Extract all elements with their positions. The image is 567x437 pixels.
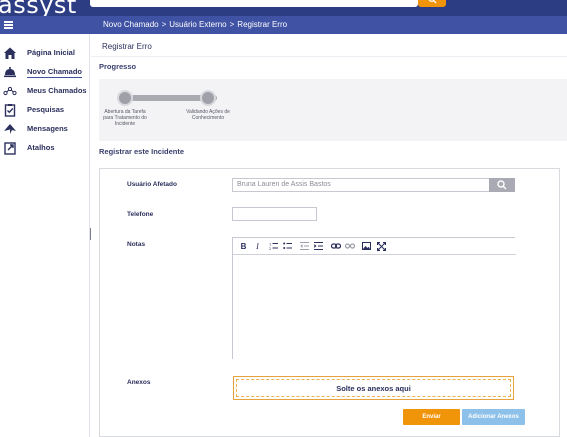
- sidebar: Página Inicial Novo Chamado Meus Chamado…: [0, 34, 90, 437]
- global-search-button[interactable]: [418, 0, 446, 7]
- notes-editor[interactable]: B I 12: [232, 237, 516, 359]
- image-icon[interactable]: [361, 241, 372, 252]
- app-logo: assyst: [0, 0, 77, 16]
- attachment-drop-zone[interactable]: Solte os anexos aqui: [233, 376, 514, 400]
- progress-step-dot: [117, 90, 133, 106]
- home-icon: [4, 47, 16, 59]
- link-icon[interactable]: [330, 241, 341, 252]
- network-icon: [3, 86, 17, 96]
- affected-user-input[interactable]: Bruna Lauren de Assis Bastos: [232, 178, 490, 192]
- fullscreen-icon[interactable]: [376, 241, 387, 252]
- search-icon: [497, 180, 507, 190]
- breadcrumb-item: Registrar Erro: [237, 20, 288, 29]
- italic-icon[interactable]: I: [252, 241, 263, 252]
- send-button[interactable]: Enviar: [403, 409, 460, 425]
- outdent-icon[interactable]: [299, 241, 310, 252]
- unlink-icon[interactable]: [344, 241, 355, 252]
- phone-label: Telefone: [127, 211, 154, 218]
- page-title: Registrar Erro: [102, 42, 152, 51]
- app-header: assyst: [0, 0, 567, 16]
- sidebar-item-pesquisas[interactable]: Pesquisas: [0, 102, 90, 118]
- numbered-list-icon[interactable]: 12: [268, 241, 279, 252]
- external-link-icon: [4, 142, 16, 155]
- bold-icon[interactable]: B: [238, 241, 249, 252]
- progress-heading: Progresso: [99, 62, 137, 71]
- attachments-label: Anexos: [127, 379, 151, 386]
- user-search-button[interactable]: [489, 178, 515, 192]
- breadcrumb: Novo Chamado > Usuário Externo > Registrar E…: [103, 20, 288, 29]
- hamburger-menu-icon[interactable]: [0, 16, 18, 34]
- global-search-input[interactable]: [90, 0, 418, 7]
- sidebar-item-meus-chamados[interactable]: Meus Chamados: [0, 83, 90, 99]
- progress-step-dot: [200, 90, 216, 106]
- progress-step-label: Abertura da Tarefa para Tratamento do In…: [103, 109, 147, 127]
- breadcrumb-item[interactable]: Novo Chamado: [103, 20, 159, 29]
- progress-step-label: Validando Ações de Conhecimento: [186, 109, 230, 121]
- bullet-list-icon[interactable]: [282, 241, 293, 252]
- sidebar-item-pagina-inicial[interactable]: Página Inicial: [0, 45, 90, 61]
- drop-zone-text: Solte os anexos aqui: [236, 379, 511, 397]
- incident-form: Usuário Afetado Bruna Lauren de Assis Ba…: [99, 168, 560, 437]
- user-label: Usuário Afetado: [127, 181, 177, 188]
- register-heading: Registrar este Incidente: [99, 147, 185, 156]
- title-divider: [91, 56, 567, 57]
- main-content: Registrar Erro Progresso Abertura da Tar…: [91, 34, 567, 437]
- breadcrumb-item[interactable]: Usuário Externo: [169, 20, 226, 29]
- editor-toolbar: B I 12: [233, 238, 516, 255]
- indent-icon[interactable]: [313, 241, 324, 252]
- phone-input[interactable]: [232, 207, 317, 221]
- add-attachments-button[interactable]: Adicionar Anexos: [462, 409, 525, 425]
- breadcrumb-bar: Novo Chamado > Usuário Externo > Registrar E…: [0, 16, 567, 34]
- notes-label: Notas: [127, 241, 146, 248]
- search-icon: [428, 0, 437, 4]
- paper-plane-icon: [4, 124, 16, 134]
- progress-panel: Abertura da Tarefa para Tratamento do In…: [99, 79, 567, 141]
- bell-icon: [4, 67, 16, 78]
- sidebar-item-novo-chamado[interactable]: Novo Chamado: [0, 64, 90, 80]
- svg-text:2: 2: [269, 247, 271, 250]
- clipboard-check-icon: [4, 104, 16, 117]
- sidebar-item-atalhos[interactable]: Atalhos: [0, 140, 90, 156]
- sidebar-item-mensagens[interactable]: Mensagens: [0, 121, 90, 137]
